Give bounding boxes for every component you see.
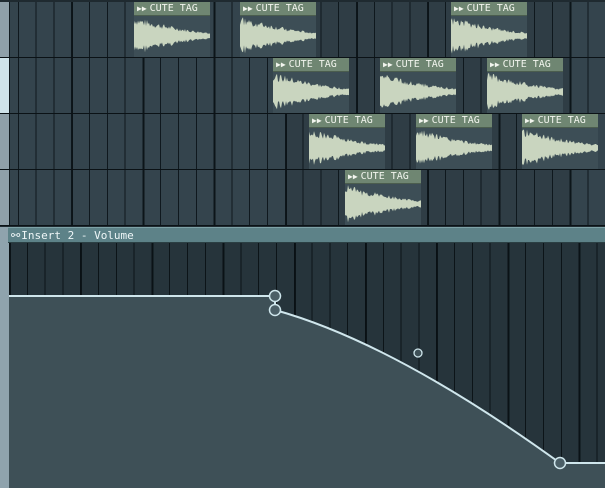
waveform-shape [380,74,456,108]
play-arrow-icon: ▶▶ [243,4,253,13]
waveform [309,131,385,165]
waveform [380,74,456,108]
automation-point[interactable] [268,303,282,317]
play-arrow-icon: ▶▶ [525,116,535,125]
clip-header[interactable]: ▶▶ CUTE TAG [451,2,527,16]
automation-point[interactable] [268,289,282,303]
waveform [522,129,598,166]
waveform-shape [487,73,563,110]
audio-clip[interactable]: ▶▶ CUTE TAG [416,114,492,169]
clip-header[interactable]: ▶▶ CUTE TAG [345,170,421,184]
audio-clip[interactable]: ▶▶ CUTE TAG [309,114,385,169]
clip-header[interactable]: ▶▶ CUTE TAG [273,58,349,72]
waveform-shape [416,130,492,164]
waveform [416,130,492,164]
play-arrow-icon: ▶▶ [419,116,429,125]
link-icon: ⚯ [11,229,21,242]
clip-label: CUTE TAG [395,59,444,70]
waveform [240,17,316,54]
clip-label: CUTE TAG [502,59,551,70]
clip-label: CUTE TAG [324,115,373,126]
automation-point[interactable] [553,456,567,470]
track-1-strip[interactable] [0,2,10,57]
clip-label: CUTE TAG [537,115,586,126]
track-3-strip[interactable] [0,114,10,169]
clip-header[interactable]: ▶▶ CUTE TAG [240,2,316,16]
track-4-strip[interactable] [0,170,10,225]
audio-clip[interactable]: ▶▶ CUTE TAG [380,58,456,113]
track-lane-3[interactable]: ▶▶ CUTE TAG ▶▶ CUTE TAG ▶▶ CUTE TAG [0,114,605,170]
waveform-shape [522,129,598,166]
waveform [273,73,349,110]
clip-header[interactable]: ▶▶ CUTE TAG [134,2,210,16]
audio-clip[interactable]: ▶▶ CUTE TAG [240,2,316,57]
track-2-strip[interactable] [0,58,10,113]
clip-label: CUTE TAG [466,3,515,14]
clip-label: CUTE TAG [149,3,198,14]
waveform-shape [240,17,316,54]
play-arrow-icon: ▶▶ [348,172,358,181]
clip-header[interactable]: ▶▶ CUTE TAG [487,58,563,72]
clip-header[interactable]: ▶▶ CUTE TAG [380,58,456,72]
automation-clip-header[interactable]: ⚯Insert 2 - Volume [8,227,605,243]
waveform [487,73,563,110]
audio-clip[interactable]: ▶▶ CUTE TAG [345,170,421,225]
automation-fill [9,296,605,488]
track-lane-4[interactable]: ▶▶ CUTE TAG [0,170,605,226]
audio-clip[interactable]: ▶▶ CUTE TAG [451,2,527,57]
playlist-view: ▶▶ CUTE TAG ▶▶ CUTE TAG ▶▶ CUTE TAG ▶▶ CUTE … [0,0,605,488]
clip-label: CUTE TAG [288,59,337,70]
track-lane-1[interactable]: ▶▶ CUTE TAG ▶▶ CUTE TAG ▶▶ CUTE TAG [0,2,605,58]
play-arrow-icon: ▶▶ [490,60,500,69]
play-arrow-icon: ▶▶ [312,116,322,125]
clip-label: CUTE TAG [431,115,480,126]
clip-label: CUTE TAG [255,3,304,14]
clip-header[interactable]: ▶▶ CUTE TAG [416,114,492,128]
automation-clip-area[interactable] [9,243,605,488]
tension-handle[interactable] [413,348,423,358]
audio-clip[interactable]: ▶▶ CUTE TAG [487,58,563,113]
audio-clip[interactable]: ▶▶ CUTE TAG [522,114,598,169]
play-arrow-icon: ▶▶ [276,60,286,69]
waveform [451,18,527,54]
audio-clip[interactable]: ▶▶ CUTE TAG [273,58,349,113]
play-arrow-icon: ▶▶ [137,4,147,13]
audio-clip[interactable]: ▶▶ CUTE TAG [134,2,210,57]
play-arrow-icon: ▶▶ [383,60,393,69]
clip-header[interactable]: ▶▶ CUTE TAG [309,114,385,128]
clip-header[interactable]: ▶▶ CUTE TAG [522,114,598,128]
play-arrow-icon: ▶▶ [454,4,464,13]
waveform [134,19,210,53]
automation-title: Insert 2 - Volume [21,229,134,242]
waveform [345,185,421,223]
track-lane-2[interactable]: ▶▶ CUTE TAG ▶▶ CUTE TAG ▶▶ CUTE TAG [0,58,605,114]
automation-curve-canvas[interactable] [9,243,605,488]
clip-label: CUTE TAG [360,171,409,182]
